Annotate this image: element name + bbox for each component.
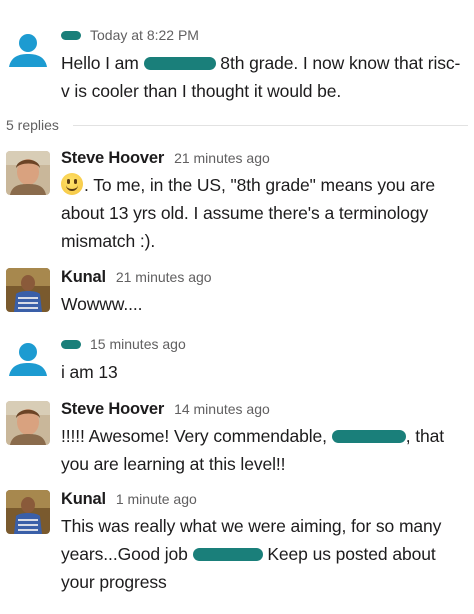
message-text-part: . To me, in the US, "8th grade" means yo… xyxy=(61,175,435,251)
message-text: Wowww.... xyxy=(61,294,143,314)
slightly-smiling-face-icon xyxy=(61,173,83,195)
redacted-name xyxy=(192,548,263,561)
message-text: i am 13 xyxy=(61,362,118,382)
kunal-avatar-icon xyxy=(6,268,50,312)
message-timestamp[interactable]: 14 minutes ago xyxy=(174,401,270,417)
avatar[interactable] xyxy=(6,490,50,534)
message-text: This was really what we were aiming, for… xyxy=(61,512,468,596)
replies-divider: 5 replies xyxy=(6,117,468,133)
redacted-username xyxy=(61,31,81,40)
message-text: Hello I am 8th grade. I now know that ri… xyxy=(61,49,468,105)
kunal-avatar-icon xyxy=(6,490,50,534)
message-text-part: Hello I am xyxy=(61,53,144,73)
message-timestamp[interactable]: 21 minutes ago xyxy=(174,150,270,166)
avatar[interactable] xyxy=(6,336,50,380)
redacted-name xyxy=(331,430,406,443)
redacted-name xyxy=(143,57,216,70)
steve-hoover-avatar-icon xyxy=(6,401,50,445)
avatar[interactable] xyxy=(6,268,50,312)
message-text-part: !!!!! Awesome! Very commendable, xyxy=(61,426,332,446)
message-timestamp[interactable]: Today at 8:22 PM xyxy=(90,27,199,43)
message-text: . To me, in the US, "8th grade" means yo… xyxy=(61,171,468,255)
author-name[interactable]: Kunal xyxy=(61,490,106,509)
author-name[interactable]: Steve Hoover xyxy=(61,400,164,419)
avatar[interactable] xyxy=(6,27,50,71)
default-user-icon xyxy=(9,343,47,376)
steve-hoover-avatar-icon xyxy=(6,151,50,195)
author-name[interactable]: Kunal xyxy=(61,268,106,287)
avatar[interactable] xyxy=(6,151,50,195)
divider-line xyxy=(72,124,468,126)
message-timestamp[interactable]: 21 minutes ago xyxy=(116,269,212,285)
default-user-icon xyxy=(9,34,47,67)
message-timestamp[interactable]: 1 minute ago xyxy=(116,491,197,507)
redacted-username xyxy=(61,340,81,349)
author-name[interactable]: Steve Hoover xyxy=(61,149,164,168)
message-timestamp[interactable]: 15 minutes ago xyxy=(90,336,186,352)
replies-count[interactable]: 5 replies xyxy=(6,117,59,133)
avatar[interactable] xyxy=(6,401,50,445)
message-text: !!!!! Awesome! Very commendable, , that … xyxy=(61,422,468,478)
